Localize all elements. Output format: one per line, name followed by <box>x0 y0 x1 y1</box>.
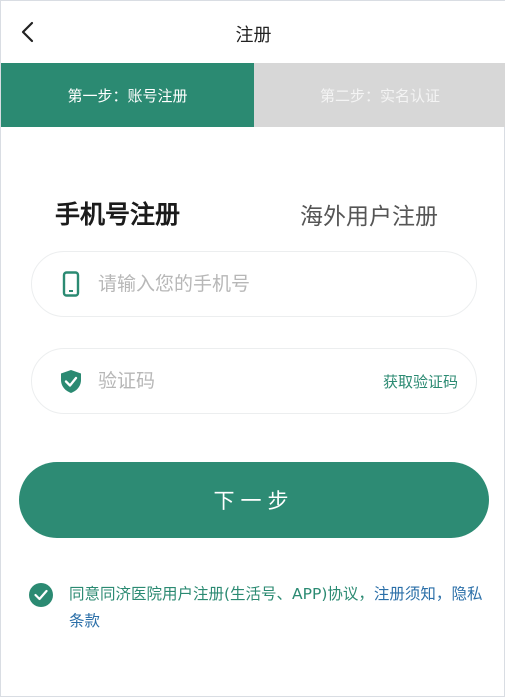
app-frame: 注册 第一步：账号注册 第二步：实名认证 手机号注册 海外用户注册 获取验证码 … <box>0 0 505 697</box>
page-title: 注册 <box>235 25 272 46</box>
step-account-registration: 第一步：账号注册 <box>1 63 254 127</box>
registration-type-tabs: 手机号注册 海外用户注册 <box>1 189 505 239</box>
mobile-phone-icon <box>58 271 84 297</box>
tab-phone-registration[interactable]: 手机号注册 <box>55 195 180 231</box>
step-real-name-verification: 第二步：实名认证 <box>254 63 505 127</box>
get-code-button[interactable]: 获取验证码 <box>383 371 458 392</box>
shield-check-icon <box>58 368 84 394</box>
agreement-separator: ， <box>435 585 452 603</box>
registration-notice-link[interactable]: 注册须知 <box>374 585 436 603</box>
agreement-text: 同意同济医院用户注册(生活号、APP)协议，注册须知，隐私条款 <box>69 581 489 635</box>
navigation-bar: 注册 <box>1 1 505 63</box>
agreement-statement: 同意同济医院用户注册(生活号、APP)协议， <box>69 585 374 603</box>
agreement-checkbox[interactable] <box>29 583 53 607</box>
phone-field[interactable] <box>31 251 477 317</box>
step-indicator: 第一步：账号注册 第二步：实名认证 <box>1 63 505 127</box>
phone-input[interactable] <box>98 273 358 295</box>
verification-code-input[interactable] <box>98 370 358 392</box>
tab-overseas-registration[interactable]: 海外用户注册 <box>300 197 438 231</box>
verification-code-field[interactable]: 获取验证码 <box>31 348 477 414</box>
next-step-button[interactable]: 下一步 <box>19 462 489 538</box>
